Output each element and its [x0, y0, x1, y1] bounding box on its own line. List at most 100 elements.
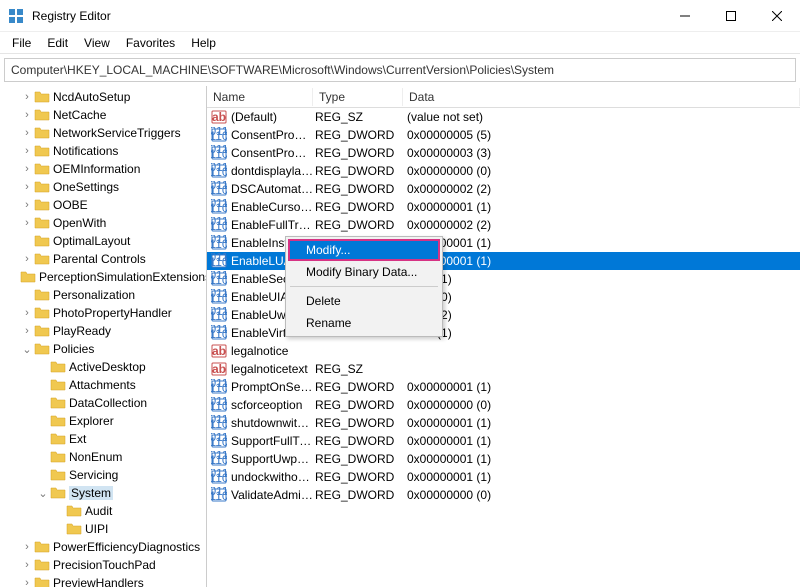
chevron-right-icon[interactable]: ›: [20, 91, 34, 103]
chevron-right-icon[interactable]: ›: [20, 127, 34, 139]
value-type: REG_DWORD: [315, 146, 407, 160]
tree-node-optimallayout[interactable]: OptimalLayout: [0, 232, 206, 250]
registry-value-row[interactable]: 011110dontdisplaylastu...REG_DWORD0x0000…: [207, 162, 800, 180]
reg-binary-icon: 011110: [211, 145, 227, 161]
tree-node-notifications[interactable]: ›Notifications: [0, 142, 206, 160]
registry-value-row[interactable]: 011110SupportFullTrust...REG_DWORD0x0000…: [207, 432, 800, 450]
tree-label: ActiveDesktop: [69, 360, 146, 374]
registry-value-row[interactable]: 011110EnableCursorSu...REG_DWORD0x000000…: [207, 198, 800, 216]
tree-node-system[interactable]: ⌄System: [0, 484, 206, 502]
menu-file[interactable]: File: [4, 34, 39, 52]
svg-text:110: 110: [211, 201, 227, 215]
menu-help[interactable]: Help: [183, 34, 224, 52]
value-type: REG_DWORD: [315, 434, 407, 448]
ctx-rename[interactable]: Rename: [288, 312, 440, 334]
tree-node-ncdautosetup[interactable]: ›NcdAutoSetup: [0, 88, 206, 106]
tree-label: PlayReady: [53, 324, 111, 338]
tree-node-powerefficiencydiagnostics[interactable]: ›PowerEfficiencyDiagnostics: [0, 538, 206, 556]
col-name[interactable]: Name: [207, 88, 313, 106]
value-name: dontdisplaylastu...: [231, 164, 315, 178]
tree-panel[interactable]: ›NcdAutoSetup›NetCache›NetworkServiceTri…: [0, 86, 207, 587]
tree-node-attachments[interactable]: Attachments: [0, 376, 206, 394]
registry-value-row[interactable]: 011110DSCAutomation...REG_DWORD0x0000000…: [207, 180, 800, 198]
tree-node-personalization[interactable]: Personalization: [0, 286, 206, 304]
registry-value-row[interactable]: ab(Default)REG_SZ(value not set): [207, 108, 800, 126]
chevron-down-icon[interactable]: ⌄: [36, 487, 50, 500]
tree-node-oeminformation[interactable]: ›OEMInformation: [0, 160, 206, 178]
value-name: ValidateAdminC...: [231, 488, 315, 502]
address-bar[interactable]: Computer\HKEY_LOCAL_MACHINE\SOFTWARE\Mic…: [4, 58, 796, 82]
svg-text:ab: ab: [212, 362, 226, 376]
reg-binary-icon: 011110: [211, 163, 227, 179]
col-data[interactable]: Data: [403, 88, 800, 106]
registry-value-row[interactable]: ablegalnotice: [207, 342, 800, 360]
col-type[interactable]: Type: [313, 88, 403, 106]
reg-binary-icon: 011110: [211, 217, 227, 233]
tree-node-policies[interactable]: ⌄ Policies: [0, 340, 206, 358]
folder-icon: [50, 485, 66, 501]
chevron-right-icon[interactable]: ›: [20, 541, 34, 553]
maximize-button[interactable]: [708, 0, 754, 32]
chevron-right-icon[interactable]: ›: [20, 325, 34, 337]
chevron-right-icon[interactable]: ›: [20, 109, 34, 121]
tree-node-oobe[interactable]: ›OOBE: [0, 196, 206, 214]
menu-edit[interactable]: Edit: [39, 34, 76, 52]
tree-node-activedesktop[interactable]: ActiveDesktop: [0, 358, 206, 376]
tree-node-uipi[interactable]: UIPI: [0, 520, 206, 538]
chevron-right-icon[interactable]: ›: [20, 217, 34, 229]
minimize-button[interactable]: [662, 0, 708, 32]
chevron-right-icon[interactable]: ›: [20, 163, 34, 175]
tree-node-playready[interactable]: › PlayReady: [0, 322, 206, 340]
registry-value-row[interactable]: 011110ConsentPrompt...REG_DWORD0x0000000…: [207, 144, 800, 162]
reg-binary-icon: 011110: [211, 235, 227, 251]
chevron-right-icon[interactable]: ›: [20, 253, 34, 265]
tree-label: Policies: [53, 342, 94, 356]
chevron-right-icon[interactable]: ›: [20, 307, 34, 319]
chevron-down-icon[interactable]: ⌄: [20, 343, 34, 356]
reg-string-icon: ab: [211, 109, 227, 125]
tree-node-previewhandlers[interactable]: ›PreviewHandlers: [0, 574, 206, 587]
tree-node-precisiontouchpad[interactable]: ›PrecisionTouchPad: [0, 556, 206, 574]
tree-node-nonenum[interactable]: NonEnum: [0, 448, 206, 466]
tree-label: NetCache: [53, 108, 106, 122]
value-list[interactable]: Name Type Data ab(Default)REG_SZ(value n…: [207, 86, 800, 587]
value-type: REG_DWORD: [315, 164, 407, 178]
registry-value-row[interactable]: 011110PromptOnSecur...REG_DWORD0x0000000…: [207, 378, 800, 396]
menu-favorites[interactable]: Favorites: [118, 34, 183, 52]
tree-node-netcache[interactable]: › NetCache: [0, 106, 206, 124]
value-type: REG_DWORD: [315, 218, 407, 232]
menu-view[interactable]: View: [76, 34, 118, 52]
registry-value-row[interactable]: 011110SupportUwpStar...REG_DWORD0x000000…: [207, 450, 800, 468]
chevron-right-icon[interactable]: ›: [20, 577, 34, 587]
value-data: 0x00000001 (1): [407, 452, 800, 466]
tree-node-datacollection[interactable]: DataCollection: [0, 394, 206, 412]
tree-node-explorer[interactable]: Explorer: [0, 412, 206, 430]
tree-node-perceptionsimulationextensions[interactable]: PerceptionSimulationExtensions: [0, 268, 206, 286]
tree-node-openwith[interactable]: ›OpenWith: [0, 214, 206, 232]
registry-value-row[interactable]: ablegalnoticetextREG_SZ: [207, 360, 800, 378]
tree-node-networkservicetriggers[interactable]: ›NetworkServiceTriggers: [0, 124, 206, 142]
ctx-delete[interactable]: Delete: [288, 290, 440, 312]
registry-value-row[interactable]: 011110EnableFullTrustS...REG_DWORD0x0000…: [207, 216, 800, 234]
tree-node-parental-controls[interactable]: ›Parental Controls: [0, 250, 206, 268]
value-name: legalnoticetext: [231, 362, 315, 376]
registry-value-row[interactable]: 011110shutdownwitho...REG_DWORD0x0000000…: [207, 414, 800, 432]
tree-node-onesettings[interactable]: ›OneSettings: [0, 178, 206, 196]
reg-binary-icon: 011110: [211, 127, 227, 143]
chevron-right-icon[interactable]: ›: [20, 145, 34, 157]
ctx-modify-binary[interactable]: Modify Binary Data...: [288, 261, 440, 283]
tree-node-audit[interactable]: Audit: [0, 502, 206, 520]
tree-node-servicing[interactable]: Servicing: [0, 466, 206, 484]
folder-icon: [50, 377, 66, 393]
tree-node-ext[interactable]: Ext: [0, 430, 206, 448]
ctx-modify[interactable]: Modify...: [288, 239, 440, 261]
registry-value-row[interactable]: 011110ConsentPrompt...REG_DWORD0x0000000…: [207, 126, 800, 144]
chevron-right-icon[interactable]: ›: [20, 559, 34, 571]
close-button[interactable]: [754, 0, 800, 32]
registry-value-row[interactable]: 011110ValidateAdminC...REG_DWORD0x000000…: [207, 486, 800, 504]
registry-value-row[interactable]: 011110undockwithoutl...REG_DWORD0x000000…: [207, 468, 800, 486]
registry-value-row[interactable]: 011110scforceoptionREG_DWORD0x00000000 (…: [207, 396, 800, 414]
chevron-right-icon[interactable]: ›: [20, 181, 34, 193]
tree-node-photopropertyhandler[interactable]: ›PhotoPropertyHandler: [0, 304, 206, 322]
chevron-right-icon[interactable]: ›: [20, 199, 34, 211]
